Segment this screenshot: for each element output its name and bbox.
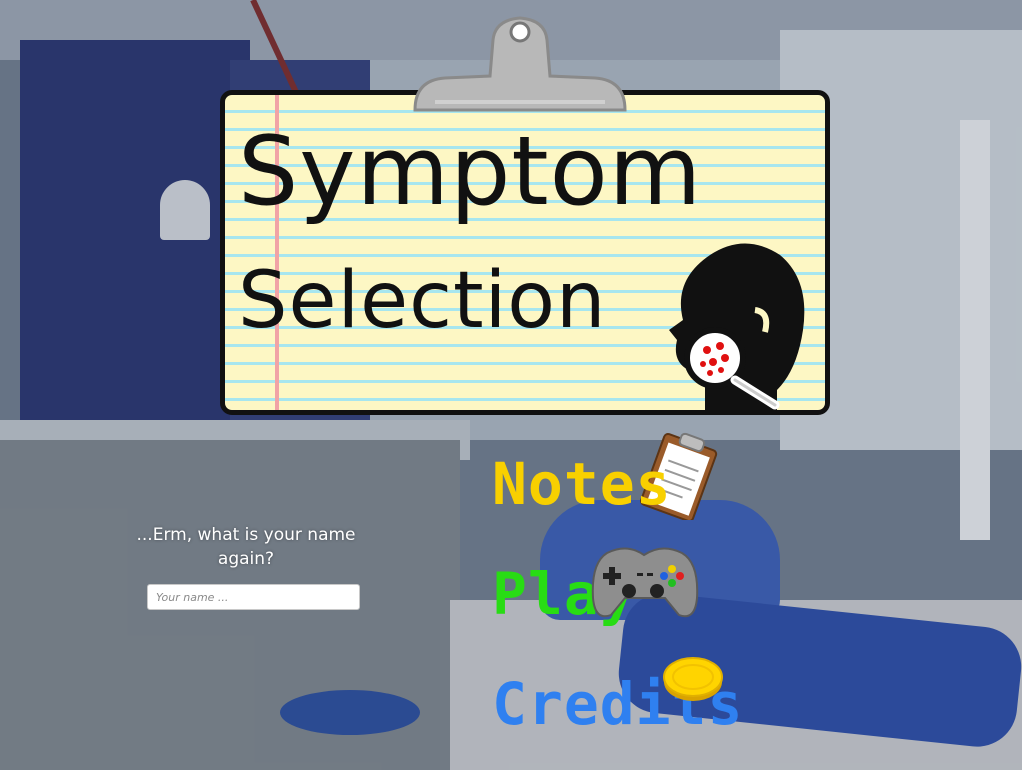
player-name-input[interactable] <box>147 584 360 610</box>
title-line-1: Symptom <box>238 117 703 227</box>
notes-label: Notes <box>492 450 672 518</box>
face-magnifier-icon <box>669 243 805 410</box>
gamepad-icon <box>591 547 699 618</box>
play-button[interactable]: Play <box>492 547 699 623</box>
coin-icon <box>663 657 723 701</box>
name-prompt-label: ...Erm, what is your name again? <box>136 525 356 569</box>
clipboard-clip-icon <box>413 16 627 112</box>
credits-button[interactable]: Credits <box>492 657 743 733</box>
title-line-2: Selection <box>238 256 607 346</box>
notes-button[interactable]: Notes <box>492 432 718 520</box>
